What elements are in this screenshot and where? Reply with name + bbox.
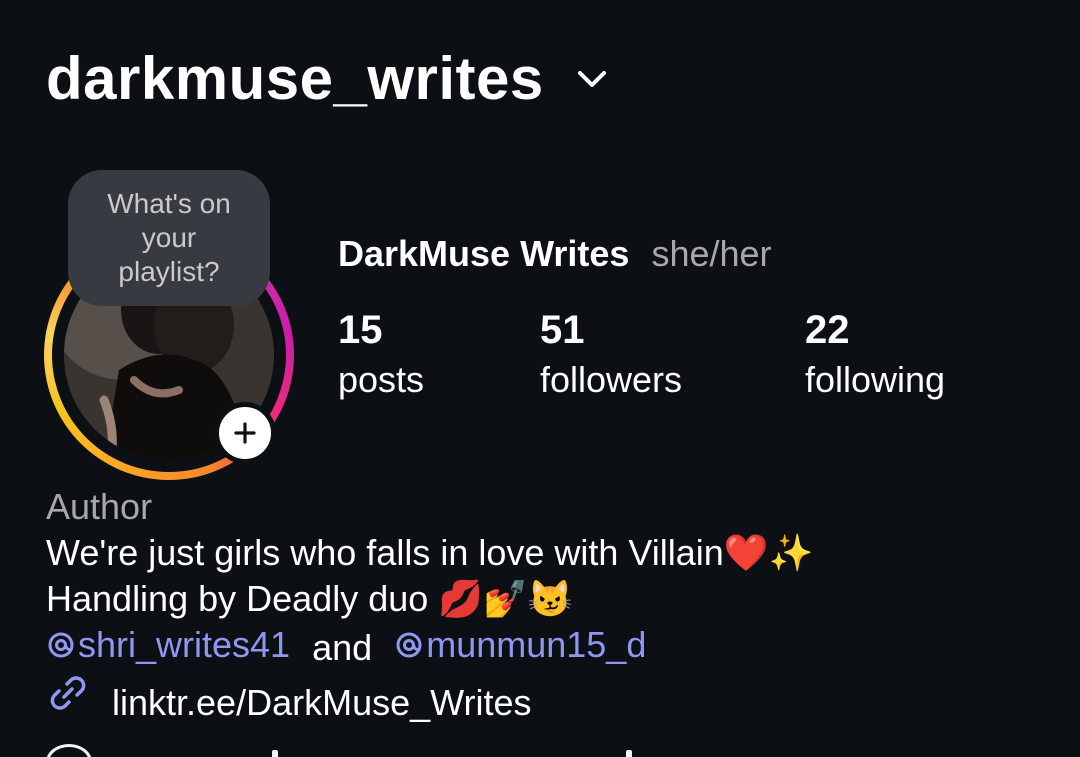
bio-line-1: We're just girls who falls in love with … (46, 532, 814, 573)
following-stat[interactable]: 22 following (805, 306, 945, 406)
mention-connector: and (312, 627, 373, 668)
following-label: following (805, 359, 946, 400)
display-name: DarkMuse Writes (338, 233, 630, 274)
mention-link-1[interactable]: shri_writes41 (46, 622, 290, 668)
mention-link-2[interactable]: munmun15_d (394, 622, 646, 668)
chevron-down-icon[interactable] (574, 61, 610, 97)
threads-icon (48, 632, 74, 658)
cropped-mark (272, 750, 278, 757)
posts-label: posts (338, 359, 425, 400)
name-row: DarkMuse Writes she/her (338, 233, 772, 275)
threads-icon (396, 632, 422, 658)
bio-mentions-row: shri_writes41 and munmun15_d (46, 622, 1046, 671)
profile-screen: darkmuse_writes What's on your playlist?… (0, 0, 1080, 757)
bio: Author We're just girls who falls in lov… (46, 484, 1046, 726)
cropped-icon (46, 744, 92, 757)
link-icon (50, 676, 86, 710)
pronouns: she/her (651, 233, 772, 274)
external-link-text: linktr.ee/DarkMuse_Writes (112, 682, 532, 723)
followers-count: 51 (540, 308, 585, 352)
category-label: Author (46, 486, 153, 527)
mention-2-text: munmun15_d (426, 624, 647, 665)
bio-line-2: Handling by Deadly duo 💋💅😼 (46, 578, 573, 619)
username-title[interactable]: darkmuse_writes (46, 44, 544, 113)
following-count: 22 (805, 308, 850, 352)
add-story-button[interactable] (214, 402, 276, 464)
mention-1-text: shri_writes41 (78, 624, 291, 665)
followers-stat[interactable]: 51 followers (540, 306, 682, 406)
cropped-mark (626, 750, 632, 757)
plus-icon (234, 422, 256, 444)
followers-label: followers (540, 359, 683, 400)
external-link[interactable]: linktr.ee/DarkMuse_Writes (46, 671, 1046, 726)
note-bubble-text: What's on your playlist? (107, 188, 231, 287)
posts-count: 15 (338, 308, 383, 352)
profile-header: darkmuse_writes (46, 44, 610, 113)
note-bubble[interactable]: What's on your playlist? (68, 170, 270, 306)
posts-stat[interactable]: 15 posts (338, 306, 424, 406)
